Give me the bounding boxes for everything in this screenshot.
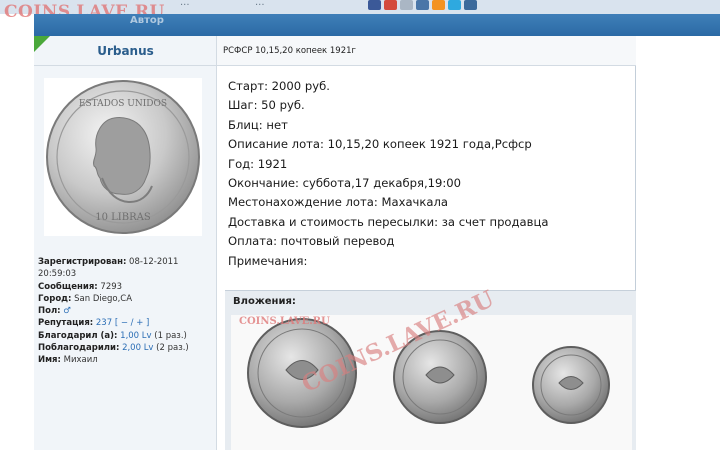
- male-icon: ♂: [63, 306, 71, 317]
- attachments-heading: Вложения:: [233, 296, 296, 307]
- lot-notes: Примечания:: [228, 253, 308, 268]
- reputation-value[interactable]: 237: [96, 318, 112, 328]
- author-column-label: Автор: [130, 15, 164, 26]
- avatar-coin-image: ESTADOS UNIDOS 10 LIBRAS: [46, 80, 200, 234]
- city-label: Город:: [38, 293, 72, 304]
- name-label: Имя:: [38, 355, 61, 366]
- thanked-row: Благодарил (а): 1,00 Lv (1 раз.): [38, 330, 212, 342]
- lot-start: Старт: 2000 руб.: [228, 79, 330, 93]
- post-header-band: Автор: [34, 14, 720, 36]
- city-value: San Diego,CA: [74, 293, 133, 304]
- thanks-received-value[interactable]: 2,00 Lv: [122, 343, 153, 353]
- odnoklassniki-icon[interactable]: [432, 0, 445, 10]
- thanked-label: Благодарил (а):: [38, 330, 118, 341]
- posts-label: Сообщения:: [38, 281, 98, 292]
- lot-step: Шаг: 50 руб.: [228, 98, 305, 113]
- post-body: Старт: 2000 руб. Шаг: 50 руб. Блиц: нет …: [228, 77, 628, 271]
- lot-description: Описание лота: 10,15,20 копеек 1921 года…: [228, 137, 532, 152]
- thanks-received-row: Поблагодарили: 2,00 Lv (2 раз.): [38, 342, 212, 354]
- post-title[interactable]: РСФСР 10,15,20 копеек 1921г: [223, 46, 356, 56]
- author-profile-column: ESTADOS UNIDOS 10 LIBRAS Зарегистрирован…: [34, 66, 217, 450]
- posts-row: Сообщения: 7293: [38, 281, 212, 293]
- twitter-icon[interactable]: [448, 0, 461, 10]
- thanks-received-suffix: (2 раз.): [156, 343, 189, 354]
- reputation-row: Репутация: 237 [ − / + ]: [38, 317, 212, 329]
- author-bar: Urbanus: [34, 36, 217, 66]
- registered-label: Зарегистрирован:: [38, 257, 127, 267]
- gender-label: Пол:: [38, 306, 61, 317]
- reputation-label: Репутация:: [38, 318, 94, 329]
- lot-delivery: Доставка и стоимость пересылки: за счет …: [228, 214, 549, 229]
- svg-text:10 LIBRAS: 10 LIBRAS: [95, 212, 151, 223]
- top-nav-fragment[interactable]: ...: [180, 0, 190, 8]
- lot-location: Местонахождение лота: Махачкала: [228, 195, 449, 210]
- city-row: Город: San Diego,CA: [38, 293, 212, 305]
- top-nav-fragment-2[interactable]: ...: [255, 0, 265, 8]
- name-value: Михаил: [63, 355, 98, 366]
- svg-text:ESTADOS UNIDOS: ESTADOS UNIDOS: [79, 99, 167, 109]
- thanked-value[interactable]: 1,00 Lv: [120, 331, 151, 341]
- lot-year: Год: 1921: [228, 156, 288, 171]
- avatar[interactable]: ESTADOS UNIDOS 10 LIBRAS: [44, 78, 202, 236]
- posts-value: 7293: [100, 281, 123, 292]
- facebook-icon[interactable]: [368, 0, 381, 10]
- google-icon[interactable]: [384, 0, 397, 10]
- livejournal-icon[interactable]: [464, 0, 477, 10]
- attachment-image[interactable]: COINS.LAVE.RU COINS.LAVE.RU: [231, 285, 632, 450]
- author-username[interactable]: Urbanus: [34, 44, 217, 58]
- share-icons: [368, 0, 477, 10]
- gender-row: Пол: ♂: [38, 305, 212, 317]
- attachments-box: Вложения: COINS.LAVE.RU COINS.LAVE.RU: [225, 285, 636, 450]
- author-details: Зарегистрирован: 08-12-2011 20:59:03 Соо…: [38, 256, 212, 367]
- vk-icon[interactable]: [416, 0, 429, 10]
- post-title-bar: РСФСР 10,15,20 копеек 1921г: [217, 36, 636, 66]
- thanks-received-label: Поблагодарили:: [38, 343, 120, 354]
- name-row: Имя: Михаил: [38, 354, 212, 366]
- lot-payment: Оплата: почтовый перевод: [228, 234, 395, 249]
- attachment-watermark-small: COINS.LAVE.RU: [239, 316, 330, 327]
- lot-blitz: Блиц: нет: [228, 117, 288, 132]
- registered-row: Зарегистрирован: 08-12-2011 20:59:03: [38, 256, 212, 281]
- reputation-controls[interactable]: [ − / + ]: [115, 318, 150, 328]
- lot-end: Окончание: суббота,17 декабря,19:00: [228, 176, 462, 191]
- thanked-suffix: (1 раз.): [154, 330, 187, 341]
- right-margin: [636, 36, 720, 450]
- mail-icon[interactable]: [400, 0, 413, 10]
